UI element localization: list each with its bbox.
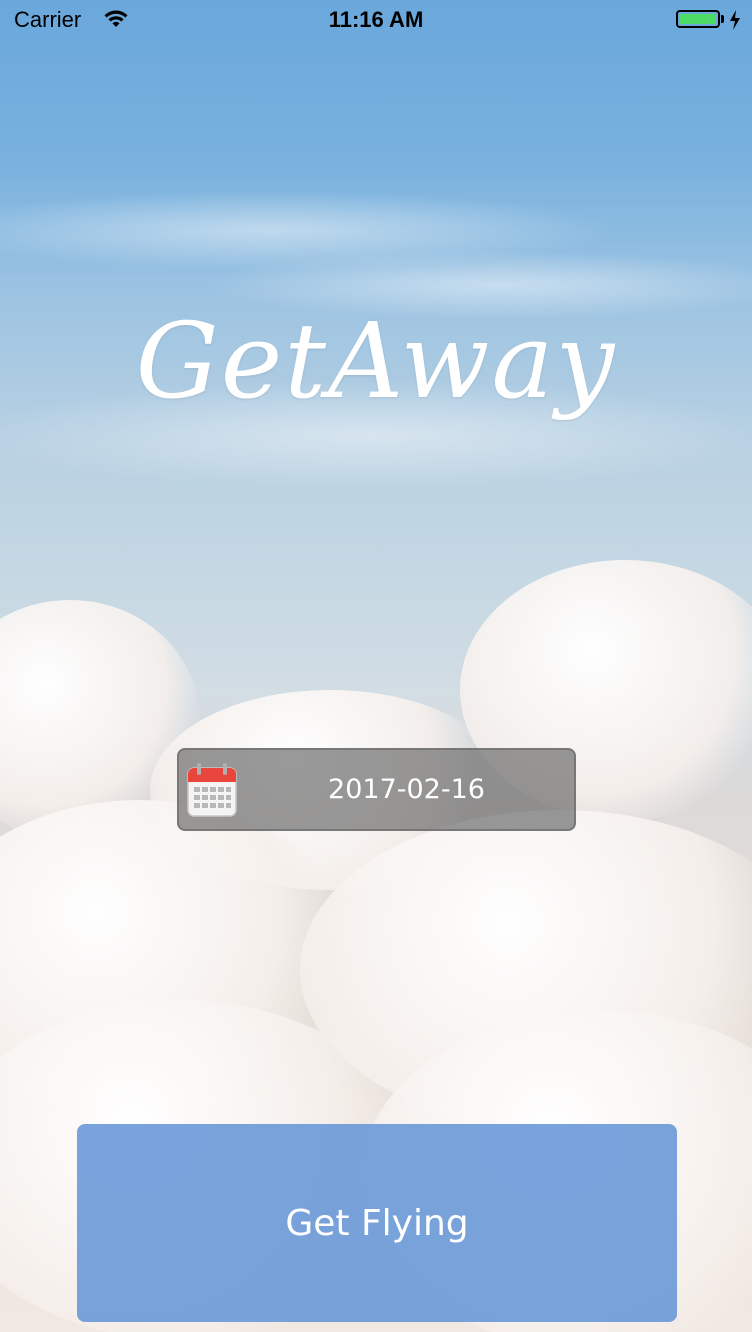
date-value: 2017-02-16 (328, 774, 485, 805)
status-bar: Carrier 11:16 AM (0, 0, 752, 40)
battery-cap (721, 15, 724, 23)
app-logo-title: GetAway (135, 300, 617, 422)
status-time: 11:16 AM (328, 7, 424, 32)
date-picker-field[interactable]: 2017-02-16 (177, 748, 576, 831)
battery-icon (676, 10, 720, 28)
get-flying-button[interactable]: Get Flying (77, 1124, 677, 1322)
calendar-icon (187, 762, 237, 818)
charging-bolt-icon (728, 9, 742, 31)
